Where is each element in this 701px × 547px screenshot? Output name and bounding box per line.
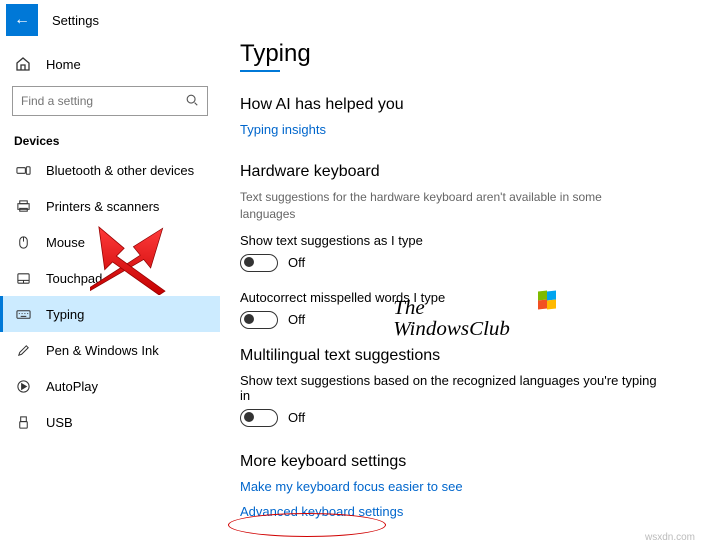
setting-autocorrect-label: Autocorrect misspelled words I type <box>240 290 681 305</box>
sidebar-item-label: AutoPlay <box>46 379 98 394</box>
link-advanced-keyboard[interactable]: Advanced keyboard settings <box>240 504 403 519</box>
window-title: Settings <box>52 13 99 28</box>
toggle-text-suggestions[interactable] <box>240 254 278 272</box>
sidebar-item-label: Pen & Windows Ink <box>46 343 159 358</box>
sidebar-item-printers[interactable]: Printers & scanners <box>0 188 220 224</box>
sidebar-section-label: Devices <box>0 126 220 152</box>
search-icon <box>185 93 199 110</box>
section-heading-more: More keyboard settings <box>240 453 681 471</box>
sidebar-item-label: Typing <box>46 307 84 322</box>
link-keyboard-focus[interactable]: Make my keyboard focus easier to see <box>240 479 463 494</box>
mouse-icon <box>14 233 32 251</box>
sidebar-item-label: Printers & scanners <box>46 199 159 214</box>
sidebar-home-label: Home <box>46 57 81 72</box>
section-heading-ai: How AI has helped you <box>240 96 681 114</box>
printer-icon <box>14 197 32 215</box>
setting-text-suggestions-label: Show text suggestions as I type <box>240 233 681 248</box>
search-input[interactable] <box>21 94 185 108</box>
bluetooth-icon <box>14 161 32 179</box>
toggle-multilingual[interactable] <box>240 409 278 427</box>
pen-icon <box>14 341 32 359</box>
sidebar-item-bluetooth[interactable]: Bluetooth & other devices <box>0 152 220 188</box>
page-title: Typing <box>240 40 681 68</box>
sidebar-item-label: Touchpad <box>46 271 102 286</box>
toggle-multilingual-state: Off <box>288 410 305 425</box>
toggle-autocorrect-state: Off <box>288 312 305 327</box>
sidebar-item-touchpad[interactable]: Touchpad <box>0 260 220 296</box>
sidebar-item-label: Bluetooth & other devices <box>46 163 194 178</box>
sidebar-item-usb[interactable]: USB <box>0 404 220 440</box>
sidebar: Home Devices Bluetooth & other devices P… <box>0 40 220 547</box>
title-underline <box>240 70 280 72</box>
autoplay-icon <box>14 377 32 395</box>
sidebar-item-label: Mouse <box>46 235 85 250</box>
content-pane: Typing How AI has helped you Typing insi… <box>220 40 701 547</box>
hardware-note: Text suggestions for the hardware keyboa… <box>240 189 660 223</box>
sidebar-item-mouse[interactable]: Mouse <box>0 224 220 260</box>
sidebar-item-autoplay[interactable]: AutoPlay <box>0 368 220 404</box>
sidebar-item-label: USB <box>46 415 73 430</box>
toggle-text-suggestions-state: Off <box>288 255 305 270</box>
keyboard-icon <box>14 305 32 323</box>
sidebar-item-typing[interactable]: Typing <box>0 296 220 332</box>
touchpad-icon <box>14 269 32 287</box>
setting-multilingual-label: Show text suggestions based on the recog… <box>240 373 660 403</box>
back-button[interactable]: ← <box>6 4 38 36</box>
section-heading-multilingual: Multilingual text suggestions <box>240 347 681 365</box>
home-icon <box>14 55 32 73</box>
sidebar-home[interactable]: Home <box>0 46 220 82</box>
search-box[interactable] <box>12 86 208 116</box>
section-heading-hardware: Hardware keyboard <box>240 163 681 181</box>
back-arrow-icon: ← <box>14 11 30 29</box>
sidebar-item-pen[interactable]: Pen & Windows Ink <box>0 332 220 368</box>
toggle-autocorrect[interactable] <box>240 311 278 329</box>
link-typing-insights[interactable]: Typing insights <box>240 122 326 137</box>
usb-icon <box>14 413 32 431</box>
